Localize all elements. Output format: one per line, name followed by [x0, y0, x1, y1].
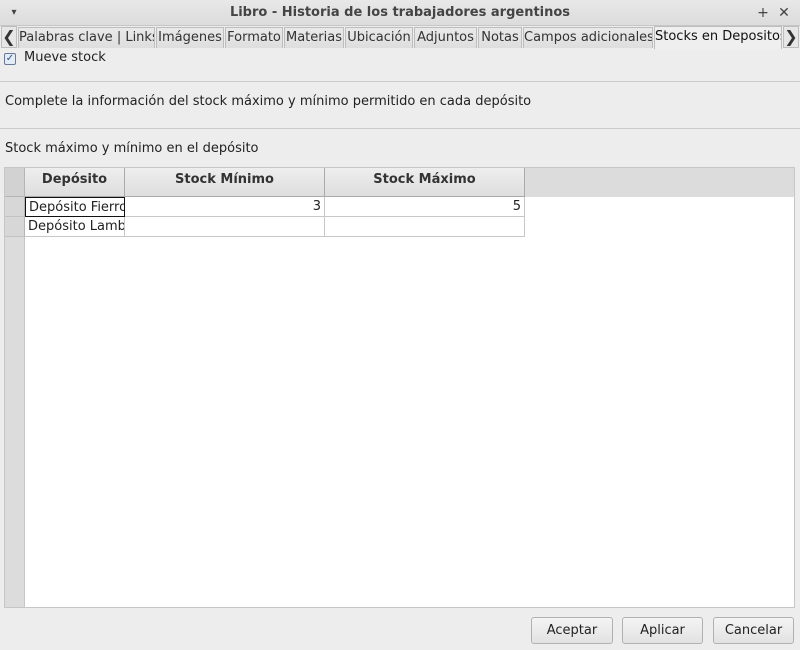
- tab-scroll-left-icon[interactable]: ❮: [1, 26, 17, 48]
- aplicar-button[interactable]: Aplicar: [622, 617, 703, 644]
- cell-deposito[interactable]: Depósito Fierro: [25, 197, 125, 217]
- row-header[interactable]: [5, 217, 25, 237]
- info-text: Complete la información del stock máximo…: [5, 94, 532, 109]
- cell-deposito[interactable]: Depósito Lambda: [25, 217, 125, 237]
- tab-notas[interactable]: Notas: [478, 27, 522, 48]
- maximize-icon[interactable]: +: [754, 4, 772, 22]
- cell-stock-maximo[interactable]: [325, 217, 525, 237]
- close-icon[interactable]: ✕: [775, 4, 793, 22]
- column-header-deposito[interactable]: Depósito: [25, 168, 125, 197]
- column-header-stock-maximo[interactable]: Stock Máximo: [325, 168, 525, 197]
- cell-stock-maximo[interactable]: 5: [325, 197, 525, 217]
- tab-adjuntos[interactable]: Adjuntos: [414, 27, 477, 48]
- aceptar-button[interactable]: Aceptar: [531, 617, 613, 644]
- corner-cell[interactable]: [5, 168, 25, 197]
- tab-materias[interactable]: Materias: [284, 27, 344, 48]
- mueve-stock-checkbox[interactable]: ✓: [4, 53, 16, 65]
- cell-stock-minimo[interactable]: 3: [125, 197, 325, 217]
- tab-imagenes[interactable]: Imágenes: [156, 27, 224, 48]
- tab-palabras-clave[interactable]: Palabras clave | Links: [18, 27, 155, 48]
- column-header-stock-minimo[interactable]: Stock Mínimo: [125, 168, 325, 197]
- tab-ubicacion[interactable]: Ubicación: [345, 27, 413, 48]
- cell-stock-minimo[interactable]: [125, 217, 325, 237]
- stock-table[interactable]: Depósito Stock Mínimo Stock Máximo Depós…: [4, 167, 795, 608]
- separator: [0, 128, 800, 129]
- separator: [0, 81, 800, 82]
- row-header[interactable]: [5, 197, 25, 217]
- tab-formato[interactable]: Formato: [225, 27, 283, 48]
- tab-scroll-right-icon[interactable]: ❯: [783, 26, 799, 48]
- section-label: Stock máximo y mínimo en el depósito: [5, 141, 259, 156]
- tab-stocks-en-depositos[interactable]: Stocks en Depositos: [654, 26, 782, 49]
- window-title: Libro - Historia de los trabajadores arg…: [229, 5, 571, 20]
- tab-strip: ❮ Palabras clave | Links Imágenes Format…: [0, 26, 800, 49]
- cancelar-button[interactable]: Cancelar: [713, 617, 794, 644]
- mueve-stock-label: Mueve stock: [24, 50, 106, 65]
- tab-campos-adicionales[interactable]: Campos adicionales: [523, 27, 653, 48]
- title-bar: ▾ Libro - Historia de los trabajadores a…: [0, 0, 800, 26]
